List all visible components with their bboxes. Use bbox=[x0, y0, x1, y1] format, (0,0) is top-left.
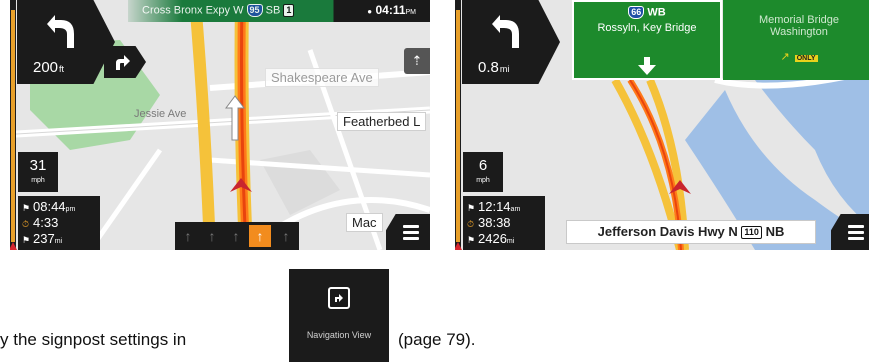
flag-icon: ⚑ bbox=[467, 203, 476, 213]
road-name: Cross Bronx Expy W bbox=[142, 4, 244, 17]
trip-info-panel[interactable]: ⚑ 08:44pm ⏱ 4:33 ⚑ 237mi bbox=[18, 196, 100, 250]
lane-active-arrow-icon: ↑ bbox=[249, 225, 271, 247]
signpost-inactive: Memorial Bridge Washington ↗ ONLY bbox=[723, 0, 869, 80]
current-speed: 6 bbox=[478, 157, 488, 174]
turn-distance-value: 0.8 bbox=[478, 59, 499, 76]
trip-distance: 237 bbox=[33, 231, 55, 246]
lane-straight-arrow-icon: ↑ bbox=[232, 228, 240, 244]
trip-distance-unit: mi bbox=[506, 238, 515, 245]
top-info-bar: Cross Bronx Expy W 95 SB 1 ● 04:11PM bbox=[128, 0, 430, 22]
lane-straight-arrow-icon: ↑ bbox=[208, 228, 216, 244]
current-road-label: Cross Bronx Expy W 95 SB 1 bbox=[142, 4, 295, 17]
signpost-line-2: Washington bbox=[770, 26, 828, 38]
gps-signal-icon: ● bbox=[367, 7, 373, 16]
trip-distance: 2426 bbox=[478, 231, 507, 246]
turn-distance-value: 200 bbox=[33, 59, 59, 76]
speed-unit: mph bbox=[31, 177, 45, 184]
arrival-time: 08:44 bbox=[33, 199, 66, 214]
hamburger-icon bbox=[403, 225, 419, 243]
trip-distance-row: ⚑ 237mi bbox=[22, 231, 62, 247]
flag-icon: ⚑ bbox=[22, 203, 31, 213]
trip-info-panel[interactable]: ⚑ 12:14am ⏱ 38:38 ⚑ 2426mi bbox=[463, 196, 545, 250]
map-street-label: Featherbed L bbox=[337, 112, 427, 131]
signpost-direction: WB bbox=[647, 6, 666, 19]
speed-unit: mph bbox=[476, 177, 490, 184]
map-street-label: Shakespeare Ave bbox=[265, 68, 379, 87]
down-arrow-icon bbox=[638, 57, 656, 75]
arrival-time-row: ⚑ 12:14am bbox=[467, 199, 520, 215]
menu-button[interactable] bbox=[386, 214, 430, 250]
only-badge: ONLY bbox=[794, 55, 818, 62]
signpost-lane-row: ↗ ONLY bbox=[723, 50, 869, 63]
vehicle-marker-icon bbox=[10, 242, 17, 250]
timer-icon: ⏱ bbox=[22, 219, 30, 229]
trip-distance-unit: mi bbox=[54, 238, 63, 245]
clock-suffix: PM bbox=[405, 9, 417, 16]
map-street-label: Mac bbox=[346, 213, 383, 232]
signpost-route: 66 WB bbox=[574, 6, 720, 19]
current-speed: 31 bbox=[29, 157, 47, 174]
trip-duration: 38:38 bbox=[478, 215, 511, 230]
caption-text-before: y the signpost settings in bbox=[0, 330, 187, 349]
arrival-time-row: ⚑ 08:44pm bbox=[22, 199, 75, 215]
turn-left-arrow-icon bbox=[47, 15, 74, 48]
navigation-view-icon bbox=[328, 287, 350, 309]
turn-distance-unit: ft bbox=[59, 64, 65, 74]
interstate-shield-icon: 66 bbox=[628, 6, 645, 19]
caption-text-after: (page 79). bbox=[398, 330, 476, 349]
turn-distance-unit: mi bbox=[499, 64, 510, 74]
current-street-direction: NB bbox=[765, 224, 785, 239]
map-street-label: Jessie Ave bbox=[134, 108, 187, 120]
lane-straight-arrow-icon: ↑ bbox=[184, 228, 192, 244]
highway-services-button[interactable]: ⇡ bbox=[404, 48, 430, 74]
clock-time: 04:11 bbox=[375, 3, 406, 17]
speed-display: 6 mph bbox=[463, 152, 503, 192]
turn-distance: 200ft bbox=[33, 59, 64, 76]
navigation-screen-signpost: 0.8mi 66 WB Rossyln, Key Bridge Memorial… bbox=[455, 0, 869, 250]
turn-left-arrow-icon bbox=[492, 15, 519, 48]
turn-right-arrow-icon bbox=[116, 55, 130, 70]
navigation-screen-highway: 200ft Cross Bronx Expy W 95 SB 1 ● 04:11… bbox=[10, 0, 430, 250]
hamburger-icon bbox=[848, 225, 864, 243]
vehicle-marker-icon bbox=[455, 242, 462, 250]
route-progress-fill bbox=[11, 10, 15, 242]
current-street-name: Jefferson Davis Hwy N bbox=[597, 224, 738, 239]
trip-duration-row: ⏱ 4:33 bbox=[22, 215, 58, 231]
up-right-arrow-icon: ↗ bbox=[780, 51, 790, 63]
route-progress-fill bbox=[456, 10, 460, 242]
highway-icon: ⇡ bbox=[411, 53, 423, 68]
signpost-active: 66 WB Rossyln, Key Bridge bbox=[572, 0, 722, 80]
navigation-view-label: Navigation View bbox=[306, 330, 372, 340]
signpost-line-1: Memorial Bridge bbox=[758, 14, 840, 26]
trip-duration-row: ⏱ 38:38 bbox=[467, 215, 511, 231]
arrival-suffix: pm bbox=[65, 206, 76, 213]
clock: ● 04:11PM bbox=[367, 3, 416, 17]
road-direction: SB bbox=[265, 4, 281, 17]
exit-number-badge: 1 bbox=[283, 4, 295, 17]
speed-display: 31 mph bbox=[18, 152, 58, 192]
trip-distance-row: ⚑ 2426mi bbox=[467, 231, 514, 247]
timer-icon: ⏱ bbox=[467, 219, 475, 229]
distance-flag-icon: ⚑ bbox=[22, 235, 31, 245]
interstate-shield-icon: 95 bbox=[246, 4, 263, 17]
turn-distance: 0.8mi bbox=[478, 59, 509, 76]
trip-duration: 4:33 bbox=[33, 215, 59, 230]
lane-guidance: ↑ ↑ ↑ ↑ ↑ bbox=[175, 222, 299, 250]
navigation-view-button[interactable]: Navigation View bbox=[289, 269, 389, 362]
route-progress-bar bbox=[10, 0, 17, 250]
route-progress-bar bbox=[455, 0, 462, 250]
lane-straight-arrow-icon: ↑ bbox=[282, 228, 290, 244]
arrival-suffix: am bbox=[510, 206, 521, 213]
distance-flag-icon: ⚑ bbox=[467, 235, 476, 245]
arrival-time: 12:14 bbox=[478, 199, 511, 214]
current-street-bar: Jefferson Davis Hwy N 110 NB bbox=[566, 220, 816, 244]
signpost-destination: Rossyln, Key Bridge bbox=[597, 22, 697, 34]
route-shield-icon: 110 bbox=[741, 226, 762, 240]
